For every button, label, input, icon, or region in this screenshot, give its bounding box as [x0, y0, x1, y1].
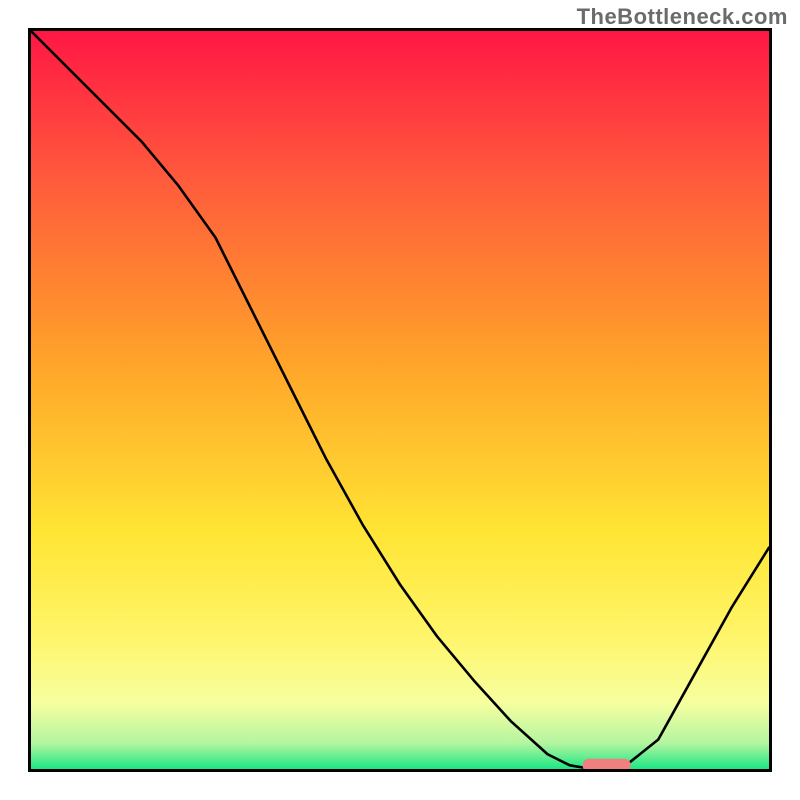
watermark-text: TheBottleneck.com	[577, 4, 788, 30]
chart-svg	[28, 28, 772, 772]
chart-container	[28, 28, 772, 772]
